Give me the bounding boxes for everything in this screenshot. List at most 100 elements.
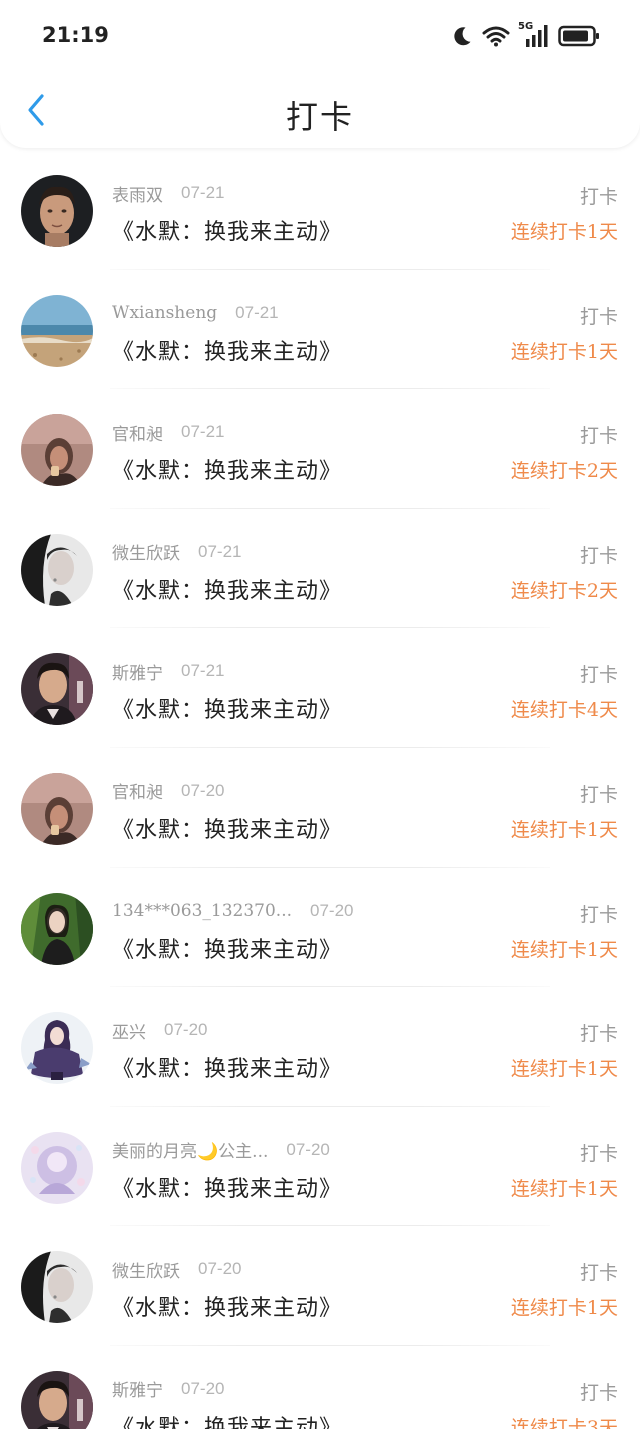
streak-label: 连续打卡2天 — [510, 579, 618, 602]
post-date: 07-20 — [181, 1378, 225, 1398]
streak-label: 连续打卡1天 — [510, 818, 618, 841]
meta-line: 巫兴 07-20 — [112, 1017, 207, 1043]
streak-label: 连续打卡1天 — [510, 1297, 618, 1320]
checkin-tag: 打卡 — [579, 544, 618, 567]
work-title: 《水默：换我来主动》 — [112, 937, 343, 963]
meta-line: Wxiansheng 07-21 — [112, 300, 279, 326]
battery-icon — [558, 25, 600, 47]
meta-line: 134***063_132370... 07-20 — [112, 898, 354, 924]
feed-item[interactable]: 美丽的月亮🌙公主... 07-20 《水默：换我来主动》 打卡连续打卡1天 — [0, 1107, 640, 1227]
feed-item[interactable]: 微生欣跃 07-21 《水默：换我来主动》 打卡连续打卡2天 — [0, 509, 640, 629]
work-title: 《水默：换我来主动》 — [112, 459, 343, 485]
post-date: 07-20 — [181, 780, 225, 800]
feed-item[interactable]: 巫兴 07-20 《水默：换我来主动》 打卡连续打卡1天 — [0, 987, 640, 1107]
checkin-tag: 打卡 — [579, 1262, 618, 1285]
work-title: 《水默：换我来主动》 — [112, 578, 343, 604]
work-title: 《水默：换我来主动》 — [112, 817, 343, 843]
checkin-tag: 打卡 — [579, 664, 618, 687]
work-title: 《水默：换我来主动》 — [112, 1176, 343, 1202]
work-title: 《水默：换我来主动》 — [112, 339, 343, 365]
checkin-feed: 表雨双 07-21 《水默：换我来主动》 打卡 连续打卡1天 Wxiansheng 07-… — [0, 150, 640, 1429]
work-title: 《水默：换我来主动》 — [112, 1415, 343, 1429]
post-date: 07-20 — [198, 1259, 242, 1279]
post-date: 07-21 — [181, 661, 225, 681]
meta-line: 官和昶 07-21 — [112, 419, 224, 445]
feed-item[interactable]: 官和昶 07-21 《水默：换我来主动》 打卡连续打卡2天 — [0, 389, 640, 509]
page-title: 打卡 — [285, 98, 354, 136]
user-name[interactable]: Wxiansheng — [112, 303, 217, 323]
meta-line: 微生欣跃 07-21 — [112, 539, 241, 565]
signal-icon: 5G — [518, 21, 550, 49]
user-name[interactable]: 美丽的月亮🌙公主... — [112, 1137, 268, 1162]
avatar[interactable] — [21, 1012, 93, 1085]
post-date: 07-21 — [181, 183, 225, 202]
streak-label: 连续打卡1天 — [510, 221, 618, 243]
streak-label: 连续打卡4天 — [510, 699, 618, 722]
post-date: 07-21 — [181, 422, 225, 442]
streak-label: 连续打卡1天 — [510, 1177, 618, 1200]
post-date: 07-21 — [235, 302, 279, 322]
feed-item[interactable]: 斯雅宁 07-21 《水默：换我来主动》 打卡连续打卡4天 — [0, 628, 640, 748]
feed-item[interactable]: 表雨双 07-21 《水默：换我来主动》 打卡连续打卡1天 — [0, 150, 640, 270]
work-title: 《水默：换我来主动》 — [112, 698, 343, 724]
user-name[interactable]: 官和昶 — [112, 778, 163, 803]
user-name[interactable]: 巫兴 — [112, 1018, 146, 1043]
checkin-tag: 打卡 — [579, 783, 618, 806]
avatar[interactable] — [21, 533, 93, 606]
avatar[interactable] — [21, 772, 93, 845]
checkin-tag: 打卡 — [579, 425, 618, 448]
moon-icon — [450, 24, 474, 48]
status-icons: 5G — [450, 21, 600, 50]
avatar[interactable] — [21, 892, 93, 965]
user-name[interactable]: 斯雅宁 — [112, 659, 163, 684]
streak-label: 连续打卡2天 — [510, 460, 618, 483]
avatar[interactable] — [21, 1251, 93, 1324]
checkin-tag: 打卡 — [579, 305, 618, 328]
user-name[interactable]: 134***063_132370... — [112, 901, 292, 921]
avatar[interactable] — [21, 653, 93, 726]
meta-line: 美丽的月亮🌙公主... 07-20 — [112, 1137, 330, 1163]
work-title: 《水默：换我来主动》 — [112, 1057, 343, 1083]
post-date: 07-20 — [310, 900, 354, 920]
wifi-icon — [482, 25, 510, 47]
user-name[interactable]: 官和昶 — [112, 420, 163, 445]
status-time: 21:19 — [42, 23, 109, 47]
checkin-tag: 打卡 — [579, 1023, 618, 1046]
work-title: 《水默：换我来主动》 — [112, 1296, 343, 1322]
post-date: 07-20 — [164, 1020, 208, 1040]
user-name[interactable]: 表雨双 — [112, 181, 163, 206]
user-name[interactable]: 微生欣跃 — [112, 1257, 180, 1282]
avatar[interactable] — [21, 175, 93, 247]
feed-item[interactable]: 微生欣跃 07-20 《水默：换我来主动》 打卡连续打卡1天 — [0, 1226, 640, 1346]
feed-item[interactable]: 官和昶 07-20 《水默：换我来主动》 打卡连续打卡1天 — [0, 748, 640, 868]
user-name[interactable]: 微生欣跃 — [112, 539, 180, 564]
feed-item[interactable]: 134***063_132370... 07-20 《水默：换我来主动》 打卡连续打卡… — [0, 868, 640, 988]
post-date: 07-20 — [286, 1139, 330, 1159]
streak-label: 连续打卡1天 — [510, 340, 618, 363]
feed-item[interactable]: Wxiansheng 07-21 《水默：换我来主动》 打卡连续打卡1天 — [0, 270, 640, 390]
post-date: 07-21 — [198, 541, 242, 561]
user-name[interactable]: 斯雅宁 — [112, 1376, 163, 1401]
checkin-screen: 21:19 5G 打卡 表雨双 07-21 《水默：换我来主动》 打卡 连续打卡… — [0, 0, 640, 1429]
streak-label: 连续打卡1天 — [510, 938, 618, 961]
feed-item[interactable]: 斯雅宁 07-20 《水默：换我来主动》 打卡连续打卡3天 — [0, 1346, 640, 1429]
meta-line: 斯雅宁 07-21 — [112, 658, 224, 684]
avatar[interactable] — [21, 414, 93, 487]
checkin-tag: 打卡 — [579, 1381, 618, 1404]
avatar[interactable] — [21, 1370, 93, 1429]
work-title: 《水默：换我来主动》 — [112, 220, 343, 245]
checkin-tag: 打卡 — [579, 903, 618, 926]
streak-label: 连续打卡3天 — [510, 1416, 618, 1429]
checkin-tag: 打卡 — [579, 1142, 618, 1165]
meta-line: 斯雅宁 07-20 — [112, 1376, 224, 1402]
meta-line: 表雨双 07-21 — [112, 180, 224, 206]
meta-line: 官和昶 07-20 — [112, 778, 224, 804]
nav-bar: 打卡 — [0, 74, 640, 148]
meta-line: 微生欣跃 07-20 — [112, 1256, 241, 1282]
avatar[interactable] — [21, 294, 93, 367]
status-bar: 21:19 5G — [0, 0, 640, 74]
checkin-tag: 打卡 — [579, 186, 618, 208]
streak-label: 连续打卡1天 — [510, 1058, 618, 1081]
avatar[interactable] — [21, 1131, 93, 1204]
header-card: 21:19 5G 打卡 — [0, 0, 640, 148]
